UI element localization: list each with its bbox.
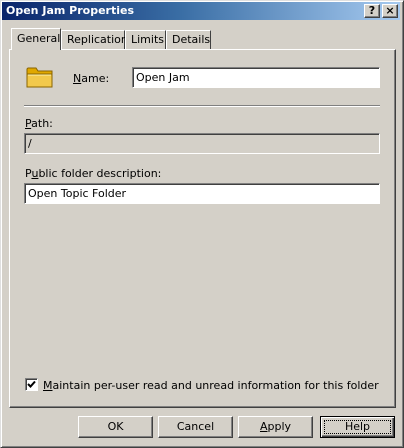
name-label: Name: bbox=[73, 72, 110, 85]
cancel-button[interactable]: Cancel bbox=[158, 416, 233, 438]
description-field[interactable]: Open Topic Folder bbox=[24, 183, 380, 204]
name-field[interactable]: Open Jam bbox=[132, 67, 380, 88]
maintain-read-info-checkbox[interactable] bbox=[25, 378, 38, 391]
ok-button[interactable]: OK bbox=[78, 416, 153, 438]
tab-general[interactable]: General bbox=[11, 28, 61, 50]
folder-icon bbox=[26, 67, 53, 88]
close-icon: × bbox=[385, 4, 395, 17]
tab-details[interactable]: Details bbox=[166, 30, 211, 49]
path-field: / bbox=[24, 133, 380, 154]
apply-button[interactable]: Apply bbox=[238, 416, 313, 438]
help-titlebar-button[interactable]: ? bbox=[364, 4, 380, 18]
tab-general-label: General bbox=[17, 32, 61, 45]
path-label: Path: bbox=[25, 117, 53, 130]
separator bbox=[24, 105, 380, 107]
close-button[interactable]: × bbox=[382, 4, 398, 18]
description-label: Public folder description: bbox=[25, 167, 162, 180]
general-tab-panel bbox=[9, 49, 396, 408]
title-bar[interactable]: Open Jam Properties ? × bbox=[2, 2, 400, 20]
checkmark-icon bbox=[27, 380, 36, 388]
tab-replication[interactable]: Replication bbox=[61, 30, 128, 49]
tab-limits-label: Limits bbox=[131, 33, 164, 46]
help-button[interactable]: Help bbox=[320, 416, 395, 438]
focus-rectangle bbox=[324, 420, 391, 434]
tab-replication-label: Replication bbox=[67, 33, 128, 46]
tab-limits[interactable]: Limits bbox=[125, 30, 166, 49]
window-title: Open Jam Properties bbox=[6, 4, 134, 17]
maintain-read-info-label[interactable]: Maintain per-user read and unread inform… bbox=[43, 379, 379, 392]
question-icon: ? bbox=[368, 4, 376, 17]
tab-details-label: Details bbox=[172, 33, 211, 46]
